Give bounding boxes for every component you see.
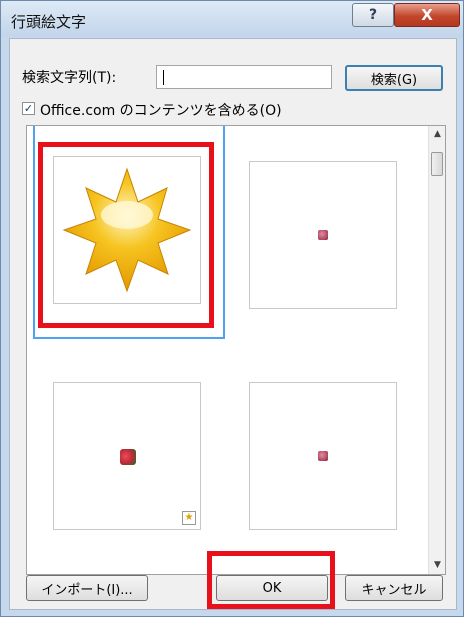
scroll-up-icon[interactable]: ▲ (429, 126, 445, 143)
rose-icon (318, 230, 328, 240)
close-icon: X (421, 6, 433, 24)
help-button[interactable]: ? (352, 3, 394, 27)
import-button[interactable]: インポート(I)... (26, 575, 148, 601)
result-tile-rose[interactable] (249, 382, 397, 530)
search-button[interactable]: 検索(G) (345, 65, 443, 91)
title-bar: 行頭絵文字 ? X (1, 1, 463, 37)
include-online-checkbox[interactable]: ✓ (22, 102, 35, 115)
rose-icon (318, 451, 328, 461)
cancel-button[interactable]: キャンセル (345, 575, 443, 601)
include-online-label[interactable]: Office.com のコンテンツを含める(O) (40, 100, 282, 120)
star-badge-icon: ★ (182, 511, 196, 525)
result-tile-rose[interactable] (249, 161, 397, 309)
search-label: 検索文字列(T): (22, 70, 117, 86)
help-icon: ? (368, 7, 378, 23)
highlight-selected-picture (38, 142, 214, 328)
rose-icon (120, 449, 136, 465)
close-button[interactable]: X (394, 3, 460, 27)
highlight-ok-button (207, 551, 335, 609)
dialog-title: 行頭絵文字 (11, 13, 87, 31)
search-input[interactable] (156, 65, 332, 89)
result-tile-rose-online[interactable]: ★ (53, 382, 201, 530)
checkmark-icon: ✓ (23, 102, 34, 115)
scroll-thumb[interactable] (431, 152, 443, 176)
vertical-scrollbar[interactable]: ▲ ▼ (428, 126, 445, 574)
text-caret (163, 70, 164, 85)
scroll-down-icon[interactable]: ▼ (429, 557, 445, 574)
